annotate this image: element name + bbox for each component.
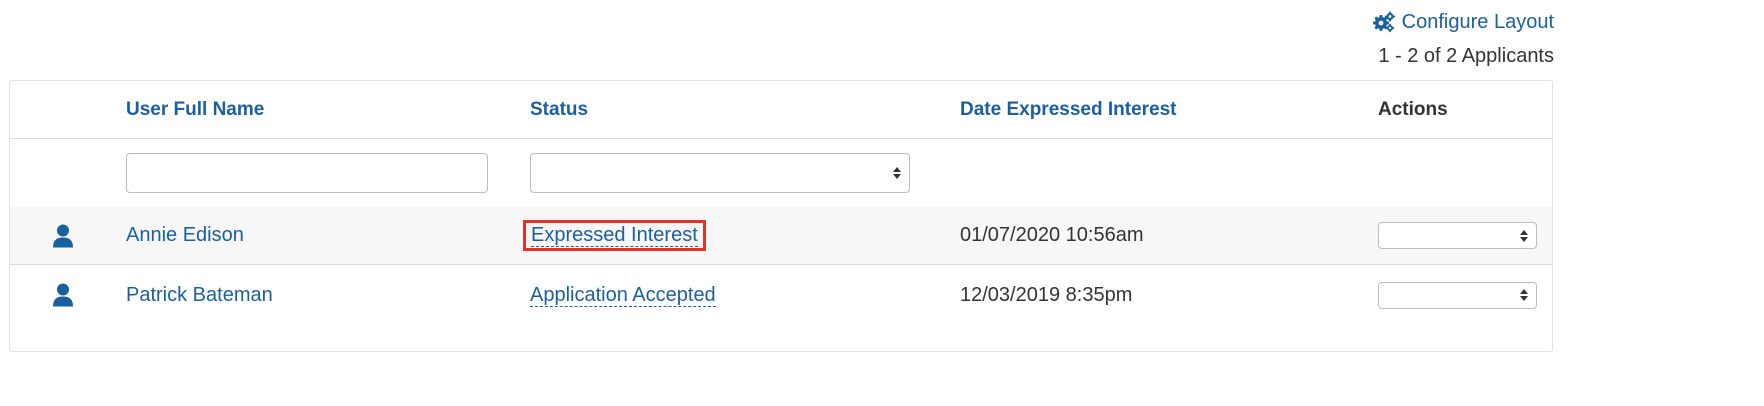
status-link[interactable]: Application Accepted [530, 284, 716, 307]
column-header-status[interactable]: Status [530, 81, 588, 138]
gears-icon [1372, 11, 1396, 33]
status-link[interactable]: Expressed Interest [531, 224, 698, 247]
column-header-date-expressed-interest[interactable]: Date Expressed Interest [960, 81, 1177, 138]
column-header-actions: Actions [1378, 98, 1448, 120]
table-row: Patrick Bateman Application Accepted 12/… [10, 266, 1552, 324]
applicant-name-link[interactable]: Patrick Bateman [126, 284, 273, 307]
date-expressed-interest: 12/03/2019 8:35pm [960, 283, 1133, 306]
actions-select[interactable] [1378, 281, 1537, 309]
highlighted-status-box: Expressed Interest [523, 220, 706, 251]
select-arrows-icon [1520, 229, 1528, 242]
user-icon [48, 207, 78, 264]
applicants-table: User Full Name Status Date Expressed Int… [9, 80, 1553, 352]
toolbar: Configure Layout 1 - 2 of 2 Applicants [1372, 8, 1554, 70]
actions-select[interactable] [1378, 222, 1537, 249]
status-filter-select[interactable] [530, 153, 910, 193]
user-icon [48, 266, 78, 324]
filter-row [10, 139, 1552, 207]
table-row: Annie Edison Expressed Interest 01/07/20… [10, 207, 1552, 265]
date-expressed-interest: 01/07/2020 10:56am [960, 224, 1144, 246]
applicant-name-link[interactable]: Annie Edison [126, 224, 244, 247]
configure-layout-link[interactable]: Configure Layout [1372, 8, 1554, 36]
select-arrows-icon [1520, 289, 1528, 301]
column-header-user-full-name[interactable]: User Full Name [126, 81, 264, 138]
name-filter-input[interactable] [126, 153, 488, 193]
table-header-row: User Full Name Status Date Expressed Int… [10, 81, 1552, 139]
configure-layout-label: Configure Layout [1401, 11, 1554, 33]
applicant-count: 1 - 2 of 2 Applicants [1378, 45, 1554, 67]
select-arrows-icon [893, 167, 901, 179]
